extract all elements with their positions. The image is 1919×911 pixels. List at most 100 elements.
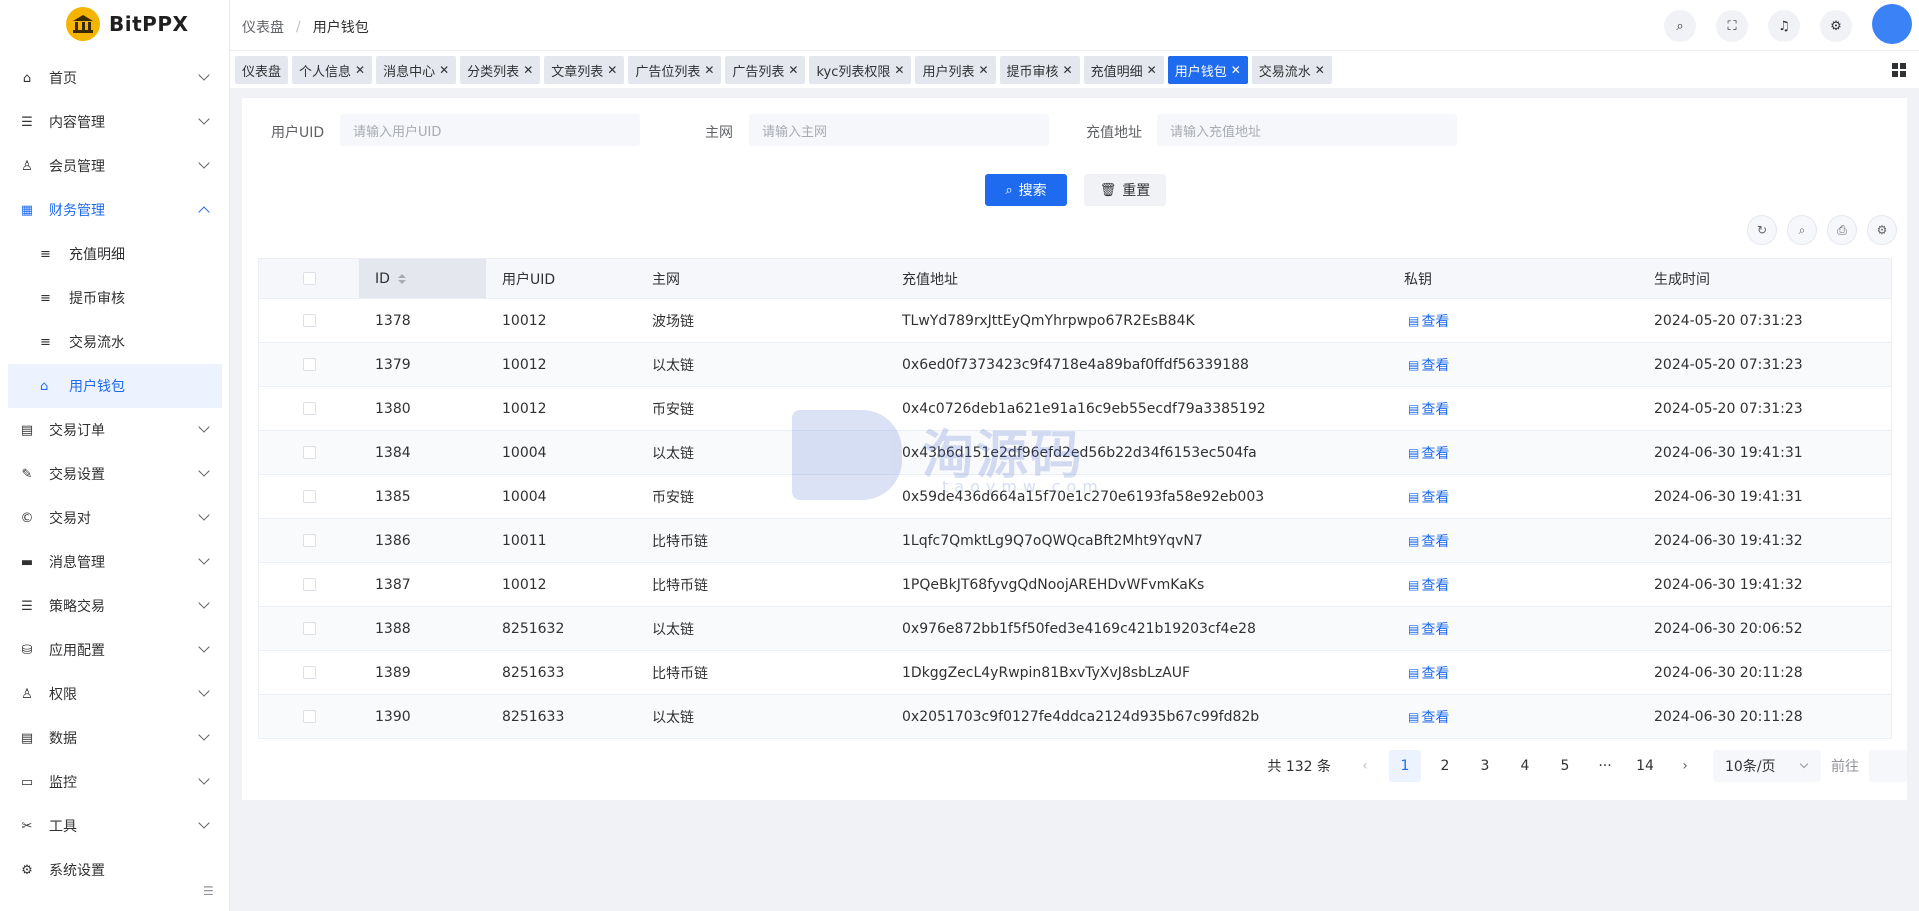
col-id[interactable]: ID [359,259,486,298]
close-icon[interactable]: ✕ [355,63,365,77]
select-all-checkbox[interactable] [302,272,316,285]
tab-9[interactable]: 提币审核 ✕ [999,56,1080,84]
gear-icon[interactable]: ⚙ [1820,10,1852,42]
close-icon[interactable]: ✕ [1231,63,1241,77]
sidebar-item-bottom-8[interactable]: ▭ 监控 [0,760,230,804]
sidebar-item-sub-0[interactable]: ≡ 充值明细 [0,232,230,276]
sidebar-item-sub-3[interactable]: ⌂ 用户钱包 [8,364,222,408]
search-icon[interactable]: ⌕ [1664,10,1696,42]
tab-4[interactable]: 文章列表 ✕ [544,56,625,84]
sidebar-item-label: 工具 [49,819,77,835]
close-icon[interactable]: ✕ [894,63,904,77]
row-checkbox[interactable] [302,358,316,371]
close-icon[interactable]: ✕ [788,63,798,77]
view-key-link[interactable]: ▤ 查看 [1404,619,1449,639]
view-key-link[interactable]: ▤ 查看 [1404,311,1449,331]
view-key-link[interactable]: ▤ 查看 [1404,487,1449,507]
sidebar-item-bottom-6[interactable]: ♙ 权限 [0,672,230,716]
document-icon: ▤ [1408,357,1420,372]
grid-menu-icon[interactable] [1892,63,1906,77]
sort-icon[interactable] [397,273,406,284]
view-key-link[interactable]: ▤ 查看 [1404,575,1449,595]
sidebar-item-bottom-2[interactable]: © 交易对 [0,496,230,540]
sidebar-item-bottom-1[interactable]: ✎ 交易设置 [0,452,230,496]
close-icon[interactable]: ✕ [1063,63,1073,77]
avatar[interactable] [1872,4,1912,44]
cell-address: TLwYd789rxJttEyQmYhrpwpo67R2EsB84K [902,312,1195,329]
tab-12[interactable]: 交易流水 ✕ [1251,56,1332,84]
tab-5[interactable]: 广告位列表 ✕ [628,56,722,84]
column-settings-icon[interactable]: ⚙ [1867,215,1897,245]
page-ellipsis[interactable]: ··· [1589,750,1621,782]
tab-11[interactable]: 用户钱包 ✕ [1167,56,1248,84]
sidebar-item-bottom-7[interactable]: ▤ 数据 [0,716,230,760]
row-checkbox[interactable] [302,314,316,327]
bell-icon[interactable]: ♫ [1768,10,1800,42]
tab-10[interactable]: 充值明细 ✕ [1083,56,1164,84]
row-checkbox[interactable] [302,710,316,723]
row-checkbox[interactable] [302,666,316,679]
next-page-icon[interactable]: › [1669,750,1701,782]
tab-3[interactable]: 分类列表 ✕ [460,56,541,84]
sidebar-item-top-3[interactable]: ▦ 财务管理 [0,188,230,232]
tab-2[interactable]: 消息中心 ✕ [376,56,457,84]
tab-1[interactable]: 个人信息 ✕ [292,56,373,84]
sidebar-item-sub-2[interactable]: ≡ 交易流水 [0,320,230,364]
page-5[interactable]: 5 [1549,750,1581,782]
close-icon[interactable]: ✕ [1315,63,1325,77]
view-key-link[interactable]: ▤ 查看 [1404,663,1449,683]
uid-input[interactable]: 请输入用户UID [340,114,640,146]
row-checkbox[interactable] [302,578,316,591]
tab-0[interactable]: 仪表盘 [235,56,289,84]
sidebar-item-bottom-9[interactable]: ✂ 工具 [0,804,230,848]
sidebar-item-sub-1[interactable]: ≡ 提币审核 [0,276,230,320]
page-size-select[interactable]: 10条/页 [1713,750,1821,782]
sidebar-item-top-2[interactable]: ♙ 会员管理 [0,144,230,188]
row-checkbox[interactable] [302,534,316,547]
sidebar-item-bottom-5[interactable]: ⛁ 应用配置 [0,628,230,672]
print-icon[interactable]: ⎙ [1827,215,1857,245]
sidebar-item-bottom-4[interactable]: ☰ 策略交易 [0,584,230,628]
collapse-sidebar-icon[interactable]: ☰ [203,884,214,898]
page-14[interactable]: 14 [1629,750,1661,782]
sidebar-item-bottom-0[interactable]: ▤ 交易订单 [0,408,230,452]
tab-8[interactable]: 用户列表 ✕ [915,56,996,84]
network-input[interactable]: 请输入主网 [749,114,1049,146]
close-icon[interactable]: ✕ [978,63,988,77]
prev-page-icon[interactable]: ‹ [1349,750,1381,782]
page-4[interactable]: 4 [1509,750,1541,782]
app-logo[interactable]: BitPPX [0,0,229,50]
row-checkbox[interactable] [302,402,316,415]
close-icon[interactable]: ✕ [439,63,449,77]
close-icon[interactable]: ✕ [704,63,714,77]
sidebar-item-bottom-10[interactable]: ⚙ 系统设置 [0,848,230,892]
tab-6[interactable]: 广告列表 ✕ [725,56,806,84]
view-key-link[interactable]: ▤ 查看 [1404,355,1449,375]
page-1[interactable]: 1 [1389,750,1421,782]
refresh-icon[interactable]: ↻ [1747,215,1777,245]
sidebar-item-top-0[interactable]: ⌂ 首页 [0,56,230,100]
close-icon[interactable]: ✕ [1147,63,1157,77]
view-key-link[interactable]: ▤ 查看 [1404,443,1449,463]
sidebar-item-top-1[interactable]: ☰ 内容管理 [0,100,230,144]
page-2[interactable]: 2 [1429,750,1461,782]
row-checkbox[interactable] [302,622,316,635]
reset-button[interactable]: 🗑 重置 [1084,174,1166,206]
cell-id: 1389 [375,664,411,681]
goto-page-input[interactable] [1869,750,1907,782]
fullscreen-icon[interactable]: ⛶ [1716,10,1748,42]
row-checkbox[interactable] [302,446,316,459]
sidebar-item-bottom-3[interactable]: ▬ 消息管理 [0,540,230,584]
close-icon[interactable]: ✕ [607,63,617,77]
view-key-link[interactable]: ▤ 查看 [1404,531,1449,551]
row-checkbox[interactable] [302,490,316,503]
search-toggle-icon[interactable]: ⌕ [1787,215,1817,245]
close-icon[interactable]: ✕ [523,63,533,77]
page-3[interactable]: 3 [1469,750,1501,782]
breadcrumb-home[interactable]: 仪表盘 [242,17,284,37]
search-button[interactable]: ⌕ 搜索 [985,174,1067,206]
tab-7[interactable]: kyc列表权限 ✕ [809,56,912,84]
view-key-link[interactable]: ▤ 查看 [1404,707,1449,727]
view-key-link[interactable]: ▤ 查看 [1404,399,1449,419]
address-input[interactable]: 请输入充值地址 [1157,114,1457,146]
